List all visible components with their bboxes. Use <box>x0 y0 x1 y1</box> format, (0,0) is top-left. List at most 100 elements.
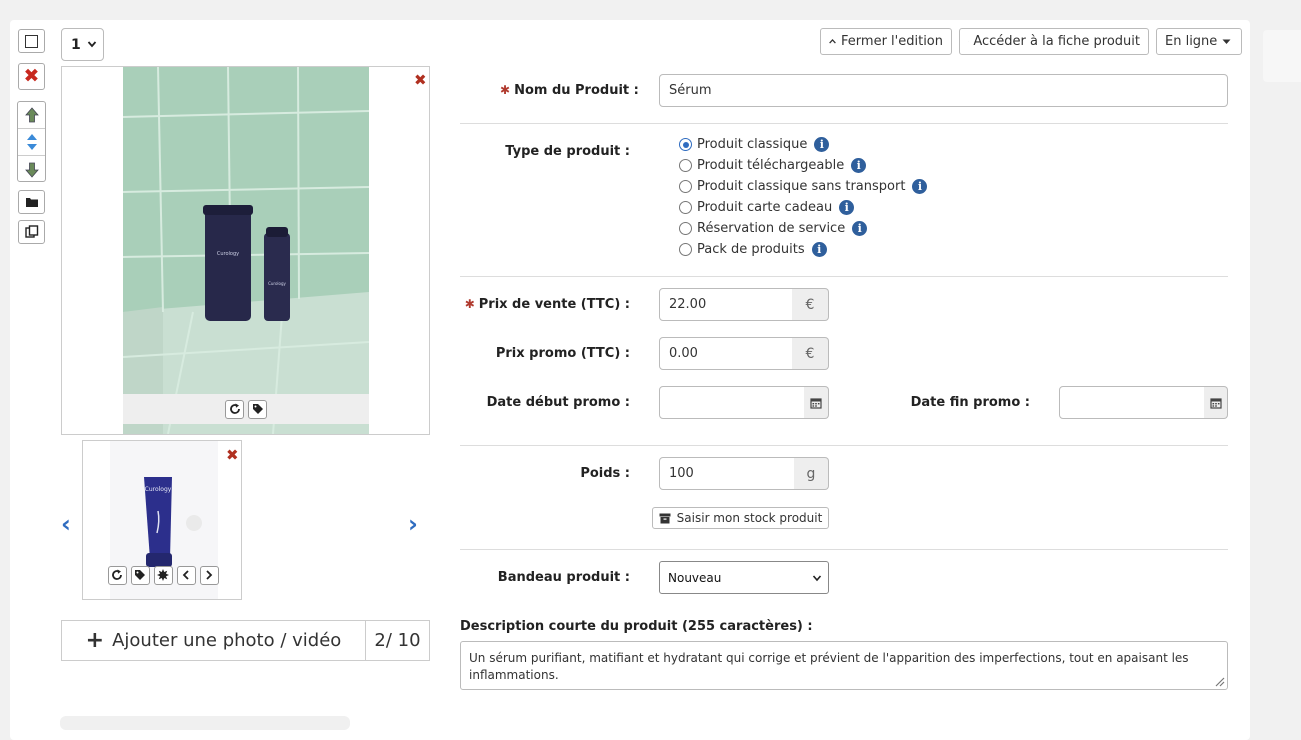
add-photo-bar: + Ajouter une photo / vidéo 2/ 10 <box>61 620 430 661</box>
required-asterisk: ✱ <box>500 83 510 97</box>
short-desc-label: Description courte du produit (255 carac… <box>460 619 813 634</box>
archive-box-icon <box>659 513 671 524</box>
product-type-option[interactable]: Pack de produitsi <box>679 242 827 257</box>
enter-stock-button[interactable]: Saisir mon stock produit <box>652 507 829 529</box>
calendar-icon <box>810 397 822 409</box>
thumb-move-left-button[interactable] <box>177 566 196 585</box>
main-photo-toolbar <box>123 394 369 424</box>
banner-value: Nouveau <box>668 571 721 585</box>
chevron-right-icon <box>205 570 213 580</box>
delete-x-icon: ✖ <box>24 67 40 86</box>
thumb-tag-button[interactable] <box>131 566 150 585</box>
product-type-option-label: Produit classique sans transport <box>697 179 905 194</box>
promo-price-label: Prix promo (TTC) : <box>460 346 630 361</box>
gallery-next-icon[interactable]: › <box>408 510 418 538</box>
promo-start-input[interactable] <box>659 386 805 419</box>
delete-photo-icon[interactable]: ✖ <box>414 73 427 88</box>
gallery-prev-icon[interactable]: ‹ <box>61 510 71 538</box>
main-photo-card: Curology Curology ✖ <box>61 66 430 435</box>
status-dropdown[interactable]: En ligne <box>1156 28 1242 55</box>
rotate-button[interactable] <box>225 400 244 419</box>
info-icon[interactable]: i <box>812 242 827 257</box>
access-product-sheet-button[interactable]: Accéder à la fiche produit <box>959 28 1149 55</box>
tag-icon <box>134 569 146 581</box>
radio-button[interactable] <box>679 180 692 193</box>
resize-handle-icon[interactable] <box>1214 676 1225 687</box>
checkbox-icon <box>25 35 38 48</box>
promo-end-calendar-button[interactable] <box>1204 386 1228 419</box>
weight-unit: g <box>794 457 829 490</box>
thumb-move-right-button[interactable] <box>200 566 219 585</box>
radio-button[interactable] <box>679 159 692 172</box>
thumb-brand-text: Curology <box>145 486 172 493</box>
thumb-badge-button[interactable] <box>154 566 173 585</box>
radio-button[interactable] <box>679 222 692 235</box>
plus-icon: + <box>86 628 104 653</box>
info-icon[interactable]: i <box>814 137 829 152</box>
side-strip <box>1263 30 1301 82</box>
info-icon[interactable]: i <box>851 158 866 173</box>
divider <box>460 549 1228 550</box>
rotate-icon <box>229 403 241 415</box>
promo-price-currency: € <box>792 337 829 370</box>
folder-icon <box>25 196 39 208</box>
product-type-option[interactable]: Produit classique i <box>679 137 829 152</box>
promo-price-input[interactable]: 0.00 <box>659 337 793 370</box>
thumbnail-toolbar <box>103 563 223 587</box>
divider <box>460 276 1228 277</box>
banner-select[interactable]: Nouveau <box>659 561 829 594</box>
radio-button[interactable] <box>679 243 692 256</box>
tag-button[interactable] <box>248 400 267 419</box>
info-icon[interactable]: i <box>852 221 867 236</box>
move-updown-button[interactable] <box>18 129 45 156</box>
caret-down-icon <box>1222 39 1231 45</box>
sale-price-label: Prix de vente (TTC) : <box>479 297 630 312</box>
product-type-option[interactable]: Produit téléchargeablei <box>679 158 866 173</box>
select-checkbox[interactable] <box>18 29 45 53</box>
promo-end-input[interactable] <box>1059 386 1205 419</box>
photo-count: 2/ 10 <box>366 621 429 660</box>
divider <box>460 445 1228 446</box>
radio-button[interactable] <box>679 201 692 214</box>
sale-price-input[interactable]: 22.00 <box>659 288 793 321</box>
product-brand-text-2: Curology <box>268 281 286 286</box>
weight-input[interactable]: 100 <box>659 457 795 490</box>
quantity-select[interactable]: 1 <box>61 28 104 61</box>
quantity-value: 1 <box>71 37 81 53</box>
chevron-up-icon <box>829 37 836 46</box>
info-icon[interactable]: i <box>839 200 854 215</box>
product-type-option-label: Réservation de service <box>697 221 845 236</box>
arrow-up-icon <box>25 107 39 123</box>
thumb-rotate-button[interactable] <box>108 566 127 585</box>
radio-button[interactable] <box>679 138 692 151</box>
weight-label: Poids : <box>460 466 630 481</box>
product-name-label: Nom du Produit : <box>514 83 639 98</box>
product-type-option[interactable]: Réservation de service i <box>679 221 867 236</box>
product-type-option-label: Produit carte cadeau <box>697 200 832 215</box>
product-brand-text: Curology <box>217 251 239 257</box>
enter-stock-label: Saisir mon stock produit <box>677 511 823 525</box>
add-photo-button[interactable]: + Ajouter une photo / vidéo <box>62 621 366 660</box>
move-up-button[interactable] <box>18 102 45 129</box>
product-name-input[interactable]: Sérum <box>659 74 1228 107</box>
short-desc-textarea[interactable]: Un sérum purifiant, matifiant et hydrata… <box>460 641 1228 690</box>
promo-start-calendar-button[interactable] <box>804 386 829 419</box>
duplicate-button[interactable] <box>18 220 45 244</box>
status-label: En ligne <box>1165 34 1217 49</box>
product-type-option[interactable]: Produit classique sans transport i <box>679 179 927 194</box>
product-type-option[interactable]: Produit carte cadeau i <box>679 200 854 215</box>
delete-thumbnail-icon[interactable]: ✖ <box>226 448 239 463</box>
arrow-down-icon <box>25 162 39 178</box>
folder-button[interactable] <box>18 190 45 214</box>
access-sheet-label: Accéder à la fiche produit <box>973 34 1140 49</box>
chevron-left-icon <box>182 570 190 580</box>
add-photo-label: Ajouter une photo / vidéo <box>112 630 341 651</box>
product-type-option-label: Produit classique <box>697 137 807 152</box>
move-down-button[interactable] <box>18 156 45 183</box>
delete-product-button[interactable]: ✖ <box>18 63 45 90</box>
sale-price-currency: € <box>792 288 829 321</box>
close-edit-button[interactable]: Fermer l'edition <box>820 28 952 55</box>
rotate-icon <box>111 569 123 581</box>
info-icon[interactable]: i <box>912 179 927 194</box>
promo-start-label: Date début promo : <box>460 395 630 410</box>
